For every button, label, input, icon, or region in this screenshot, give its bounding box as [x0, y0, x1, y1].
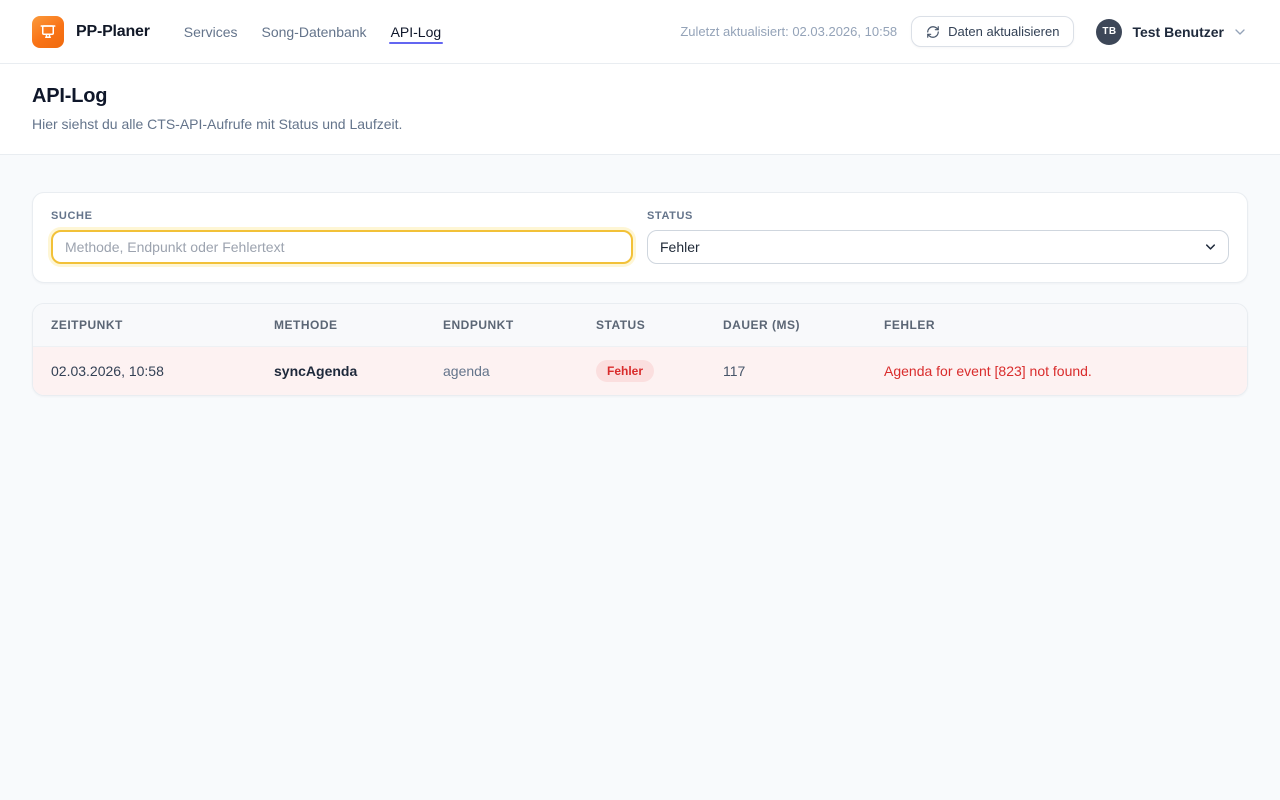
page-title: API-Log — [32, 85, 1248, 108]
cell-zeitpunkt: 02.03.2026, 10:58 — [33, 347, 258, 396]
api-log-table: ZEITPUNKT METHODE ENDPUNKT STATUS DAUER … — [33, 304, 1247, 395]
table-row[interactable]: 02.03.2026, 10:58 syncAgenda agenda Fehl… — [33, 347, 1247, 396]
filter-card: SUCHE STATUS Fehler — [32, 192, 1248, 283]
column-header-dauer: DAUER (MS) — [707, 304, 868, 347]
refresh-data-button[interactable]: Daten aktualisieren — [911, 16, 1074, 47]
api-log-table-card: ZEITPUNKT METHODE ENDPUNKT STATUS DAUER … — [32, 303, 1248, 396]
chevron-down-icon — [1232, 24, 1248, 40]
cell-methode: syncAgenda — [258, 347, 427, 396]
refresh-icon — [926, 25, 940, 39]
topbar-right: Zuletzt aktualisiert: 02.03.2026, 10:58 … — [680, 16, 1248, 47]
main-content: SUCHE STATUS Fehler ZEITPUNKT — [0, 155, 1280, 433]
main-nav: Services Song-Datenbank API-Log — [184, 0, 441, 63]
column-header-methode: METHODE — [258, 304, 427, 347]
status-select-wrap: Fehler — [647, 230, 1229, 264]
table-header-row: ZEITPUNKT METHODE ENDPUNKT STATUS DAUER … — [33, 304, 1247, 347]
nav-item-api-log[interactable]: API-Log — [391, 0, 442, 63]
avatar: TB — [1096, 19, 1122, 45]
status-field-group: STATUS Fehler — [647, 210, 1229, 264]
cell-endpunkt: agenda — [427, 347, 580, 396]
page-header: API-Log Hier siehst du alle CTS-API-Aufr… — [0, 64, 1280, 155]
last-updated-text: Zuletzt aktualisiert: 02.03.2026, 10:58 — [680, 24, 897, 39]
column-header-status: STATUS — [580, 304, 707, 347]
app-logo — [32, 16, 64, 48]
refresh-button-label: Daten aktualisieren — [948, 24, 1059, 39]
top-navigation-bar: PP-Planer Services Song-Datenbank API-Lo… — [0, 0, 1280, 64]
column-header-endpunkt: ENDPUNKT — [427, 304, 580, 347]
status-select[interactable]: Fehler — [647, 230, 1229, 264]
nav-item-song-datenbank[interactable]: Song-Datenbank — [261, 0, 366, 63]
cell-dauer: 117 — [707, 347, 868, 396]
search-input[interactable] — [51, 230, 633, 264]
cell-status: Fehler — [580, 347, 707, 396]
cell-fehler: Agenda for event [823] not found. — [868, 347, 1247, 396]
page-subtitle: Hier siehst du alle CTS-API-Aufrufe mit … — [32, 116, 1248, 132]
column-header-fehler: FEHLER — [868, 304, 1247, 347]
presentation-icon — [39, 23, 57, 41]
status-badge: Fehler — [596, 360, 654, 382]
brand-name: PP-Planer — [76, 23, 150, 41]
user-name: Test Benutzer — [1132, 24, 1224, 40]
status-label: STATUS — [647, 210, 1229, 222]
search-label: SUCHE — [51, 210, 633, 222]
search-field-group: SUCHE — [51, 210, 633, 264]
column-header-zeitpunkt: ZEITPUNKT — [33, 304, 258, 347]
nav-item-services[interactable]: Services — [184, 0, 238, 63]
user-menu[interactable]: TB Test Benutzer — [1096, 19, 1248, 45]
